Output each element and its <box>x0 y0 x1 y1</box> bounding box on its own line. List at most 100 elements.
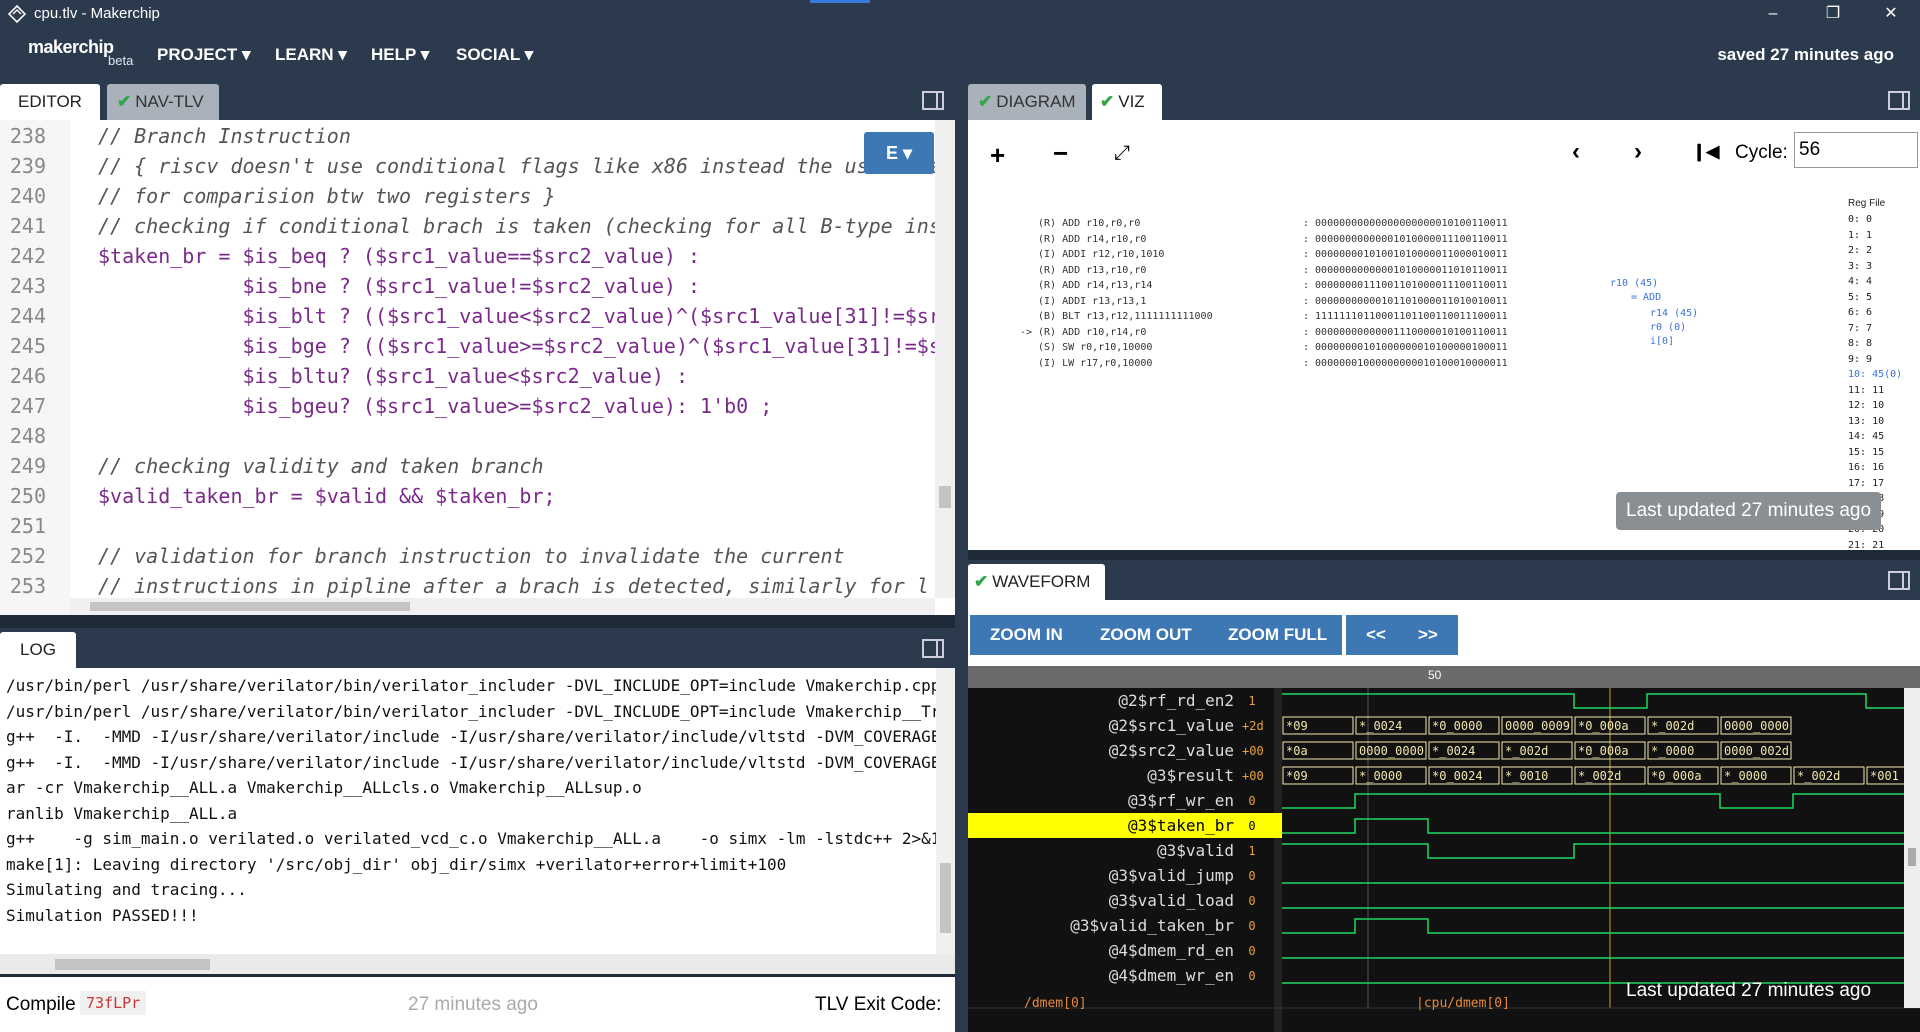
viz-operand: r0 (0) <box>1650 322 1687 333</box>
compile-id[interactable]: 73fLPr <box>80 991 147 1015</box>
menu-project[interactable]: PROJECT ▾ <box>157 45 251 65</box>
signal-name[interactable]: @4$dmem_rd_en <box>968 938 1274 963</box>
log-hscrollbar[interactable] <box>0 954 955 974</box>
waveform-viewer[interactable]: 50 *09 *_0024 *0_0000 0000_0009 *0_000a *_002… <box>968 666 1920 1032</box>
scroll-thumb[interactable] <box>939 486 951 508</box>
code-line[interactable]: $is_blt ? (($src1_value<$src2_value)^($s… <box>98 304 940 328</box>
viz-instr-bits: : 00000000000000000000010100110011 <box>1303 218 1508 229</box>
code-editor[interactable]: 238 // Branch Instruction 239 // { riscv do… <box>0 120 955 615</box>
tab-viz[interactable]: ✔ VIZ <box>1092 84 1162 120</box>
signal-name[interactable]: @2$rf_rd_en2 <box>968 688 1274 713</box>
signal-name[interactable]: @3$valid_jump <box>968 863 1274 888</box>
menu-help[interactable]: HELP ▾ <box>371 45 429 65</box>
line-number: 244 <box>9 304 46 328</box>
cycle-input[interactable] <box>1794 132 1918 168</box>
bus-value: 0000_0000 <box>1724 719 1789 733</box>
signal-value: 0 <box>1248 969 1256 983</box>
signal-name[interactable]: @4$dmem_wr_en <box>968 963 1274 988</box>
menu-social[interactable]: SOCIAL ▾ <box>456 45 533 65</box>
scroll-right-button[interactable]: >> <box>1418 615 1438 655</box>
bus-value: *0a <box>1286 744 1308 758</box>
code-line[interactable]: $taken_br = $is_beq ? ($src1_value==$src… <box>98 244 700 268</box>
tab-log[interactable]: LOG <box>0 632 76 668</box>
bus-value: *09 <box>1286 719 1308 733</box>
zoom-button-group: ZOOM IN ZOOM OUT ZOOM FULL <box>970 615 1342 655</box>
log-line: /usr/bin/perl /usr/share/verilator/bin/v… <box>6 701 955 721</box>
code-line[interactable]: // checking validity and taken branch <box>98 454 544 478</box>
bus-value: *0_000a <box>1578 719 1629 733</box>
log-line: ar -cr Vmakerchip__ALL.a Vmakerchip__ALL… <box>6 778 642 797</box>
minimize-button[interactable]: – <box>1744 0 1802 29</box>
signal-name[interactable]: @3$valid_load <box>968 888 1274 913</box>
first-cycle-icon[interactable]: ❙◀ <box>1692 142 1719 162</box>
bus-value: 0000_002d <box>1724 744 1789 758</box>
code-line[interactable]: // { riscv doesn't use conditional flags… <box>98 154 941 178</box>
signal-name[interactable]: @3$valid <box>968 838 1274 863</box>
bus-value: *0_000a <box>1578 744 1629 758</box>
code-line[interactable]: // validation for branch instruction to … <box>98 544 845 568</box>
tab-editor[interactable]: EDITOR <box>0 84 100 120</box>
log-vscrollbar[interactable] <box>936 668 955 954</box>
editor-vscrollbar[interactable] <box>935 120 955 598</box>
zoom-in-button[interactable]: ZOOM IN <box>990 615 1063 655</box>
hscroll-thumb[interactable] <box>90 602 410 611</box>
log-scroll-thumb[interactable] <box>940 863 951 933</box>
viz-instr: (I) ADDI r12,r10,1010 <box>1038 249 1165 260</box>
regfile-entry: 14: 45 <box>1848 431 1885 442</box>
regfile-entry: 13: 10 <box>1848 415 1885 427</box>
code-line[interactable]: $valid_taken_br = $valid && $taken_br; <box>98 484 556 508</box>
code-line[interactable]: $is_bgeu? ($src1_value>=$src2_value): 1'… <box>98 394 772 418</box>
bus-value: *0_0024 <box>1432 769 1483 783</box>
code-line[interactable]: // for comparision btw two registers } <box>98 184 556 208</box>
expand-icon[interactable]: ⤢ <box>1114 142 1130 165</box>
signal-name[interactable]: @3$taken_br <box>968 813 1274 838</box>
signal-value-column <box>1274 688 1282 1032</box>
zoom-full-button[interactable]: ZOOM FULL <box>1228 615 1327 655</box>
viz-operand: i[0] <box>1650 336 1675 347</box>
bus-value: *09 <box>1286 769 1308 783</box>
signal-value: 1 <box>1248 694 1256 708</box>
tab-diagram[interactable]: ✔ DIAGRAM <box>968 84 1086 120</box>
signal-name[interactable]: @3$result <box>968 763 1274 788</box>
prev-cycle-icon[interactable]: ‹ <box>1572 138 1580 166</box>
log-line: g++ -g sim_main.o verilated.o verilated_… <box>6 829 955 848</box>
regfile-entry: 17: 17 <box>1848 477 1885 489</box>
code-line[interactable]: $is_bltu? ($src1_value<$src2_value) : <box>98 364 688 388</box>
line-number: 239 <box>9 154 46 178</box>
tab-waveform[interactable]: ✔ WAVEFORM <box>968 564 1105 600</box>
check-icon: ✔ <box>978 92 993 111</box>
viz-instr: (R) ADD r14,r10,r0 <box>1038 233 1147 245</box>
editor-menu-button[interactable]: E ▾ <box>864 132 934 174</box>
next-cycle-icon[interactable]: › <box>1634 138 1642 166</box>
maximize-button[interactable]: ❐ <box>1804 0 1862 29</box>
scroll-left-button[interactable]: << <box>1366 615 1386 655</box>
regfile-entry: 0: 0 <box>1848 214 1873 225</box>
code-line[interactable]: $is_bne ? ($src1_value!=$src2_value) : <box>98 274 700 298</box>
pane-divider[interactable] <box>955 80 968 1032</box>
zoom-out-button[interactable]: ZOOM OUT <box>1100 615 1192 655</box>
tab-nav-tlv[interactable]: ✔ NAV-TLV <box>107 84 219 120</box>
log-hscroll-thumb[interactable] <box>55 959 210 970</box>
editor-hscrollbar[interactable] <box>70 598 935 615</box>
line-number: 243 <box>9 274 46 298</box>
close-button[interactable]: ✕ <box>1862 0 1920 29</box>
viz-pointer: -> <box>1020 326 1033 338</box>
code-line[interactable]: // instructions in pipline after a brach… <box>98 574 929 598</box>
maximize-viz-icon[interactable] <box>1888 91 1910 110</box>
zoom-out-icon[interactable]: − <box>1053 138 1068 169</box>
code-line[interactable]: // Branch Instruction <box>98 124 351 148</box>
brand-logo[interactable]: makerchip <box>28 37 114 58</box>
menu-learn[interactable]: LEARN ▾ <box>275 45 347 65</box>
code-line[interactable]: // checking if conditional brach is take… <box>98 214 941 238</box>
maximize-waveform-icon[interactable] <box>1888 571 1910 590</box>
signal-name[interactable]: @2$src2_value <box>968 738 1274 763</box>
signal-value: 0 <box>1248 869 1256 883</box>
signal-name[interactable]: @2$src1_value <box>968 713 1274 738</box>
line-number: 248 <box>9 424 46 448</box>
signal-name[interactable]: @3$valid_taken_br <box>968 913 1274 938</box>
zoom-in-icon[interactable]: + <box>990 140 1005 171</box>
code-line[interactable]: $is_bge ? (($src1_value>=$src2_value)^($… <box>98 334 940 358</box>
maximize-pane-icon[interactable] <box>922 91 944 110</box>
maximize-log-icon[interactable] <box>922 639 944 658</box>
signal-name[interactable]: @3$rf_wr_en <box>968 788 1274 813</box>
